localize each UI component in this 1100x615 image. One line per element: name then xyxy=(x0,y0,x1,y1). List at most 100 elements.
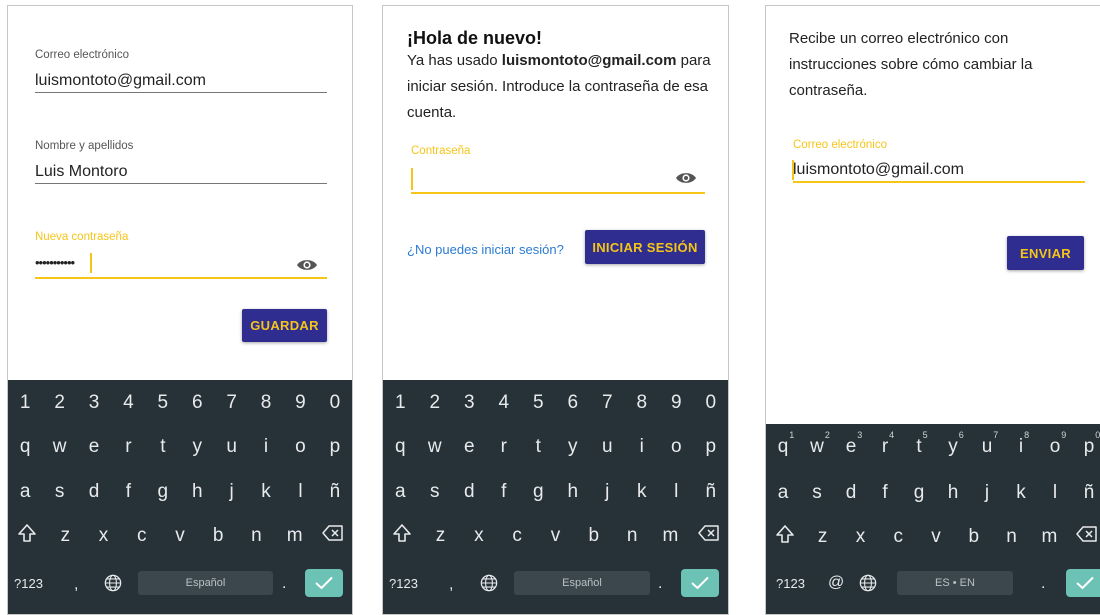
period-key[interactable]: . xyxy=(282,575,286,593)
key-5[interactable]: 5 xyxy=(146,392,180,414)
key-n[interactable]: n xyxy=(993,526,1031,548)
key-g[interactable]: g xyxy=(521,481,556,503)
key-g[interactable]: g xyxy=(902,482,936,504)
key-2[interactable]: 2 xyxy=(418,392,453,414)
key-6[interactable]: 6 xyxy=(556,392,591,414)
key-3[interactable]: 3 xyxy=(452,392,487,414)
shift-key[interactable] xyxy=(8,523,46,549)
key-5[interactable]: 5 xyxy=(521,392,556,414)
enter-key[interactable] xyxy=(305,569,343,597)
key-b[interactable]: b xyxy=(575,525,613,547)
key-y[interactable]: y6 xyxy=(936,430,970,458)
key-3[interactable]: 3 xyxy=(77,392,111,414)
at-key[interactable]: @ xyxy=(828,574,844,592)
key-u[interactable]: u xyxy=(214,436,248,458)
key-h[interactable]: h xyxy=(936,482,970,504)
key-1[interactable]: 1 xyxy=(8,392,42,414)
key-r[interactable]: r xyxy=(487,436,522,458)
key-b[interactable]: b xyxy=(955,526,993,548)
key-q[interactable]: q1 xyxy=(766,430,800,458)
space-key[interactable]: Español xyxy=(138,571,273,595)
sign-in-button[interactable]: INICIAR SESIÓN xyxy=(585,230,705,264)
key-1[interactable]: 1 xyxy=(383,392,418,414)
password-field[interactable] xyxy=(411,166,703,192)
comma-key[interactable]: , xyxy=(449,576,453,594)
globe-icon[interactable] xyxy=(480,574,498,592)
forgot-password-link[interactable]: ¿No puedes iniciar sesión? xyxy=(407,242,564,257)
key-t[interactable]: t xyxy=(521,436,556,458)
symbols-key[interactable]: ?123 xyxy=(14,576,43,591)
key-r[interactable]: r xyxy=(111,436,145,458)
key-o[interactable]: o xyxy=(283,436,317,458)
key-9[interactable]: 9 xyxy=(283,392,317,414)
key-z[interactable]: z xyxy=(46,525,84,547)
key-p[interactable]: p0 xyxy=(1072,430,1100,458)
enter-key[interactable] xyxy=(681,569,719,597)
key-a[interactable]: a xyxy=(766,482,800,504)
key-j[interactable]: j xyxy=(590,481,625,503)
key-f[interactable]: f xyxy=(868,482,902,504)
key-c[interactable]: c xyxy=(498,525,536,547)
backspace-key[interactable] xyxy=(690,525,728,547)
period-key[interactable]: . xyxy=(1041,575,1045,593)
key-v[interactable]: v xyxy=(161,525,199,547)
key-r[interactable]: r4 xyxy=(868,430,902,458)
key-u[interactable]: u7 xyxy=(970,430,1004,458)
key-6[interactable]: 6 xyxy=(180,392,214,414)
key-y[interactable]: y xyxy=(556,436,591,458)
symbols-key[interactable]: ?123 xyxy=(389,576,418,591)
key-4[interactable]: 4 xyxy=(111,392,145,414)
key-g[interactable]: g xyxy=(146,481,180,503)
key-k[interactable]: k xyxy=(1004,482,1038,504)
key-p[interactable]: p xyxy=(694,436,729,458)
key-l[interactable]: l xyxy=(659,481,694,503)
enter-key[interactable] xyxy=(1066,569,1100,597)
key-x[interactable]: x xyxy=(84,525,122,547)
key-w[interactable]: w xyxy=(418,436,453,458)
key-7[interactable]: 7 xyxy=(214,392,248,414)
key-c[interactable]: c xyxy=(879,526,917,548)
key-e[interactable]: e xyxy=(452,436,487,458)
key-4[interactable]: 4 xyxy=(487,392,522,414)
space-key[interactable]: ES • EN xyxy=(897,571,1013,595)
key-0[interactable]: 0 xyxy=(318,392,352,414)
key-x[interactable]: x xyxy=(842,526,880,548)
key-enye[interactable]: ñ xyxy=(694,481,729,503)
globe-icon[interactable] xyxy=(859,574,877,592)
key-y[interactable]: y xyxy=(180,436,214,458)
comma-key[interactable]: , xyxy=(74,576,78,594)
email-field[interactable]: luismontoto@gmail.com xyxy=(793,161,964,179)
email-field[interactable]: luismontoto@gmail.com xyxy=(35,72,206,90)
key-x[interactable]: x xyxy=(460,525,498,547)
key-m[interactable]: m xyxy=(651,525,689,547)
backspace-key[interactable] xyxy=(314,525,352,547)
key-o[interactable]: o xyxy=(659,436,694,458)
key-d[interactable]: d xyxy=(834,482,868,504)
key-w[interactable]: w2 xyxy=(800,430,834,458)
key-2[interactable]: 2 xyxy=(42,392,76,414)
save-button[interactable]: GUARDAR xyxy=(242,309,327,342)
key-w[interactable]: w xyxy=(42,436,76,458)
backspace-key[interactable] xyxy=(1068,526,1100,548)
key-t[interactable]: t xyxy=(146,436,180,458)
key-0[interactable]: 0 xyxy=(694,392,729,414)
key-i[interactable]: i8 xyxy=(1004,430,1038,458)
key-v[interactable]: v xyxy=(536,525,574,547)
key-a[interactable]: a xyxy=(383,481,418,503)
key-n[interactable]: n xyxy=(237,525,275,547)
key-c[interactable]: c xyxy=(123,525,161,547)
key-9[interactable]: 9 xyxy=(659,392,694,414)
name-field[interactable]: Luis Montoro xyxy=(35,163,128,181)
key-f[interactable]: f xyxy=(487,481,522,503)
key-f[interactable]: f xyxy=(111,481,145,503)
key-q[interactable]: q xyxy=(383,436,418,458)
globe-icon[interactable] xyxy=(104,574,122,592)
key-a[interactable]: a xyxy=(8,481,42,503)
space-key[interactable]: Español xyxy=(514,571,650,595)
key-t[interactable]: t5 xyxy=(902,430,936,458)
key-s[interactable]: s xyxy=(42,481,76,503)
key-q[interactable]: q xyxy=(8,436,42,458)
key-n[interactable]: n xyxy=(613,525,651,547)
key-8[interactable]: 8 xyxy=(625,392,660,414)
key-l[interactable]: l xyxy=(1038,482,1072,504)
